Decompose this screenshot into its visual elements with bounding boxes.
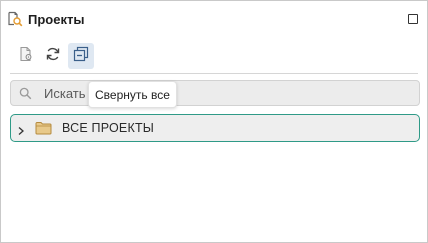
- panel-title: Проекты: [28, 12, 85, 27]
- collapse-all-icon: [73, 46, 89, 67]
- toolbar-divider: [10, 73, 418, 74]
- tree-item-all-projects[interactable]: ВСЕ ПРОЕКТЫ: [10, 114, 420, 142]
- refresh-icon: [45, 46, 61, 67]
- toolbar: [11, 43, 428, 71]
- project-settings-button[interactable]: [13, 43, 39, 69]
- projects-search-icon: [7, 11, 23, 27]
- maximize-icon[interactable]: [408, 14, 418, 24]
- panel-header: Проекты: [1, 1, 427, 37]
- search-box[interactable]: [10, 80, 420, 106]
- chevron-right-icon[interactable]: [16, 123, 26, 141]
- refresh-button[interactable]: [40, 43, 66, 69]
- folder-icon: [35, 121, 52, 140]
- tree-item-label: ВСЕ ПРОЕКТЫ: [62, 121, 155, 135]
- collapse-all-tooltip: Свернуть все: [88, 81, 177, 108]
- projects-panel: Проекты Искать Свернуть все ВСЕ ПРОЕКТЫ: [0, 0, 428, 243]
- search-icon: [19, 87, 32, 105]
- collapse-all-button[interactable]: [68, 43, 94, 69]
- project-settings-icon: [18, 46, 34, 67]
